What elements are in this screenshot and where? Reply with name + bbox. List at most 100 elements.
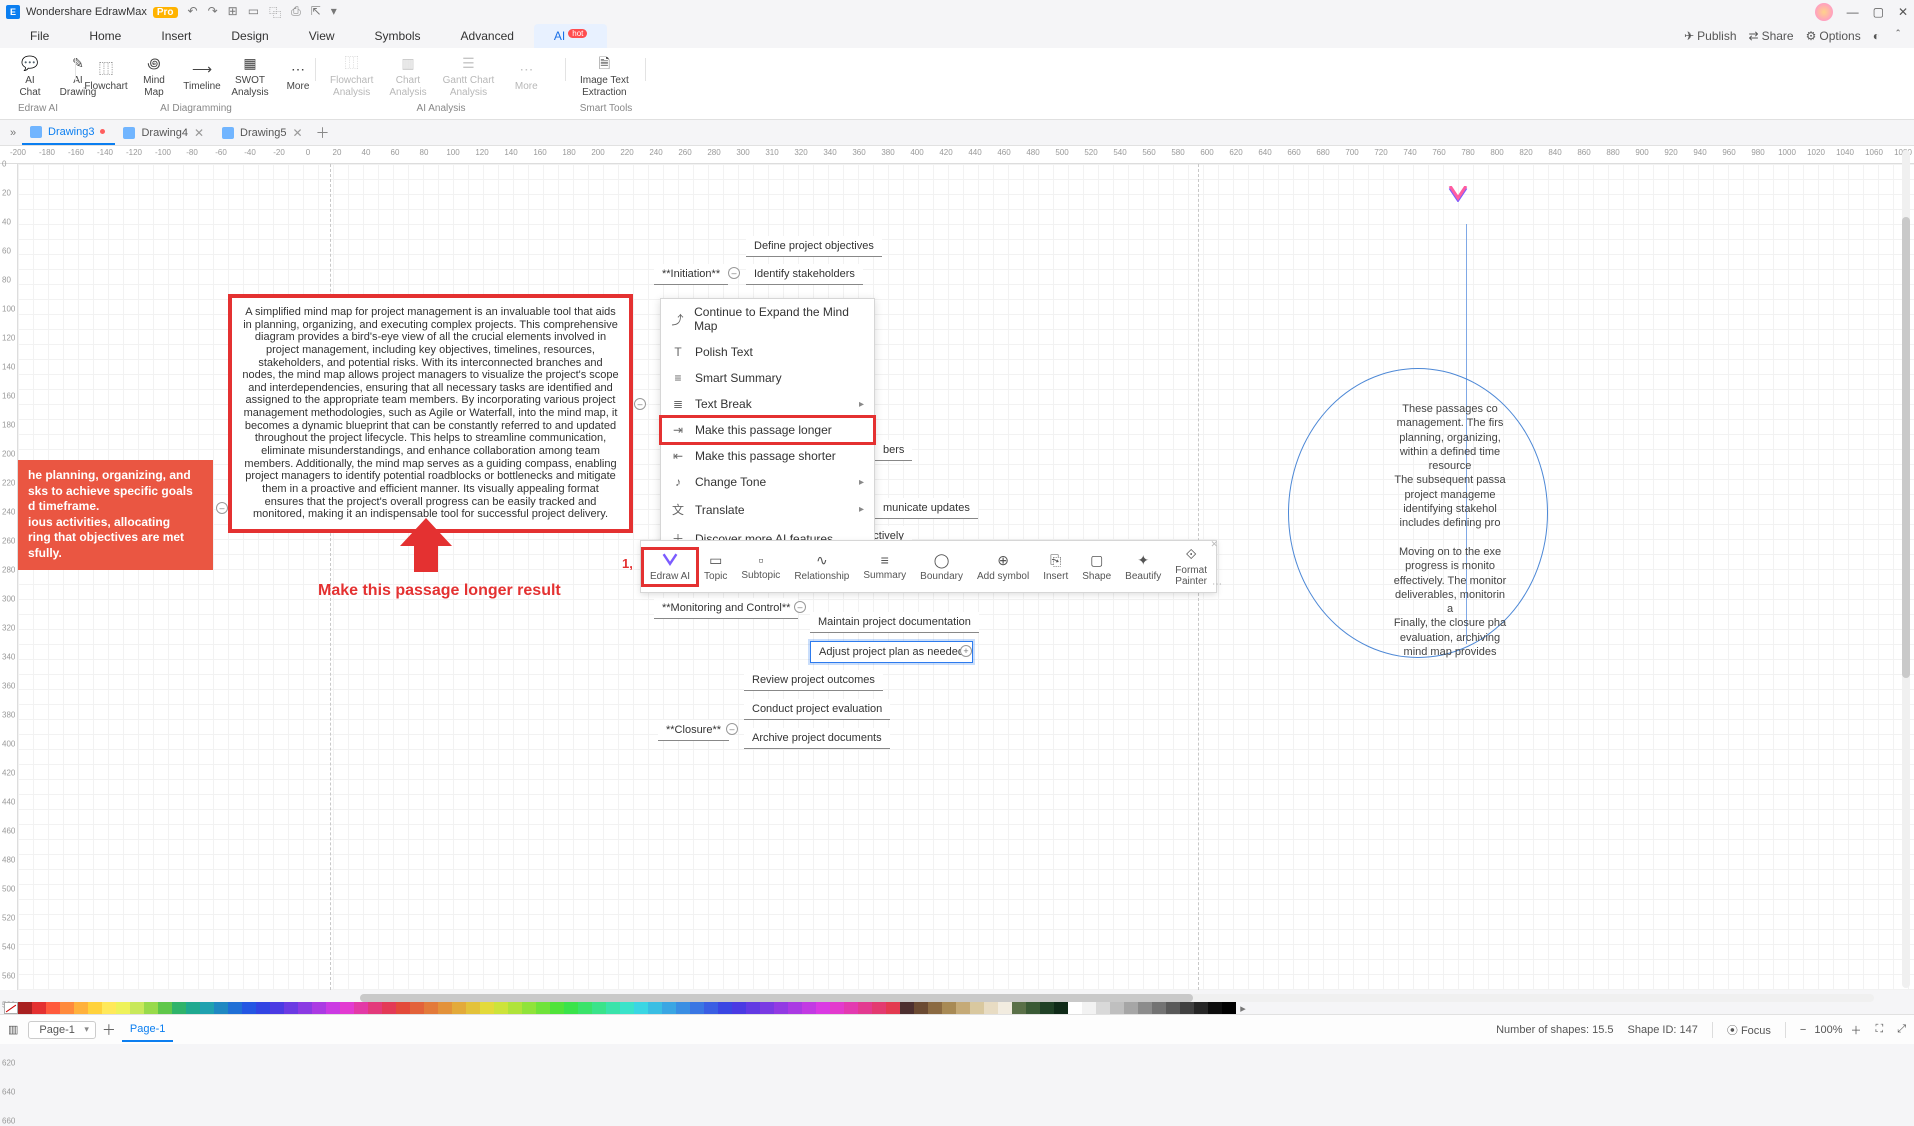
color-swatch[interactable] <box>1194 1002 1208 1014</box>
color-swatch[interactable] <box>1208 1002 1222 1014</box>
color-swatch[interactable] <box>172 1002 186 1014</box>
collapse-node-icon[interactable]: – <box>728 267 740 279</box>
options-button[interactable]: ⚙ Options <box>1806 29 1861 43</box>
color-swatch[interactable] <box>942 1002 956 1014</box>
fit-page-icon[interactable]: ⛶ <box>1875 1023 1883 1036</box>
color-swatch[interactable] <box>494 1002 508 1014</box>
menu-ai[interactable]: AIhot <box>534 24 607 48</box>
color-swatch[interactable] <box>522 1002 536 1014</box>
flowchart-button[interactable]: ⿲Flowchart <box>84 57 128 95</box>
color-swatch[interactable] <box>438 1002 452 1014</box>
color-swatch[interactable] <box>88 1002 102 1014</box>
color-swatch[interactable] <box>802 1002 816 1014</box>
color-swatch[interactable] <box>1026 1002 1040 1014</box>
fb-boundary[interactable]: ◯Boundary <box>913 549 970 585</box>
save-icon[interactable]: ⿻ <box>269 4 281 21</box>
redo-icon[interactable]: ↷ <box>208 4 218 21</box>
color-swatch[interactable] <box>1166 1002 1180 1014</box>
color-swatch[interactable] <box>368 1002 382 1014</box>
page-tab[interactable]: Page-1 <box>122 1018 173 1042</box>
menu-design[interactable]: Design <box>211 24 288 48</box>
fb-topic[interactable]: ▭Topic <box>697 549 734 585</box>
ctx-smart-summary[interactable]: ≡Smart Summary <box>661 365 874 391</box>
menu-view[interactable]: View <box>289 24 355 48</box>
menu-symbols[interactable]: Symbols <box>355 24 441 48</box>
color-swatch[interactable] <box>774 1002 788 1014</box>
print-icon[interactable]: ⎙ <box>291 4 301 21</box>
node-connector-icon[interactable]: – <box>634 398 646 410</box>
color-swatch[interactable] <box>312 1002 326 1014</box>
color-swatch[interactable] <box>704 1002 718 1014</box>
color-swatch[interactable] <box>200 1002 214 1014</box>
swot-button[interactable]: ▦SWOT Analysis <box>228 51 272 100</box>
color-swatch[interactable] <box>648 1002 662 1014</box>
user-avatar[interactable] <box>1815 3 1833 21</box>
vertical-scrollbar[interactable] <box>1902 150 1910 988</box>
fullscreen-icon[interactable]: ⤢ <box>1897 1023 1906 1036</box>
tab-close-icon[interactable]: ✕ <box>292 126 302 140</box>
color-swatch[interactable] <box>298 1002 312 1014</box>
minimize-icon[interactable]: — <box>1847 5 1859 19</box>
mm-node-partial[interactable]: municate updates <box>875 498 978 519</box>
mindmap-button[interactable]: ꩜Mind Map <box>132 51 176 100</box>
color-swatch[interactable] <box>564 1002 578 1014</box>
ai-chat-button[interactable]: 💬AI Chat <box>8 51 52 100</box>
close-icon[interactable]: ✕ <box>1898 5 1908 19</box>
mm-node-partial[interactable]: bers <box>875 440 912 461</box>
color-swatch[interactable] <box>550 1002 564 1014</box>
color-swatch[interactable] <box>620 1002 634 1014</box>
color-swatch[interactable] <box>886 1002 900 1014</box>
mm-node[interactable]: Maintain project documentation <box>810 612 979 633</box>
scrollbar-thumb[interactable] <box>1902 217 1910 678</box>
help-icon[interactable]: ◐ <box>1873 29 1880 43</box>
color-swatch[interactable] <box>32 1002 46 1014</box>
mm-node[interactable]: Conduct project evaluation <box>744 699 890 720</box>
menu-insert[interactable]: Insert <box>141 24 211 48</box>
color-swatch[interactable] <box>1138 1002 1152 1014</box>
page-selector[interactable]: Page-1 <box>28 1021 95 1039</box>
fb-edraw-ai[interactable]: Edraw AI <box>643 549 697 585</box>
color-swatch[interactable] <box>102 1002 116 1014</box>
mm-node-selected[interactable]: Adjust project plan as needed <box>810 641 973 663</box>
color-swatch[interactable] <box>592 1002 606 1014</box>
color-swatch[interactable] <box>746 1002 760 1014</box>
node-connector-icon[interactable]: – <box>216 502 228 514</box>
tab-drawing3[interactable]: Drawing3 <box>22 121 115 145</box>
color-swatch[interactable] <box>242 1002 256 1014</box>
zoom-out-button[interactable]: − <box>1800 1024 1806 1036</box>
color-swatch[interactable] <box>46 1002 60 1014</box>
fb-subtopic[interactable]: ▫Subtopic <box>734 549 787 584</box>
tab-drawing4[interactable]: Drawing4✕ <box>115 121 214 145</box>
color-swatch[interactable] <box>928 1002 942 1014</box>
mm-node-monitoring[interactable]: **Monitoring and Control** <box>654 598 798 619</box>
color-swatch[interactable] <box>830 1002 844 1014</box>
qat-more-icon[interactable]: ▾ <box>331 4 337 21</box>
mm-node[interactable]: Define project objectives <box>746 236 882 257</box>
maximize-icon[interactable]: ▢ <box>1873 5 1884 19</box>
mm-node[interactable]: Archive project documents <box>744 728 890 749</box>
horizontal-scrollbar[interactable] <box>360 994 1874 1002</box>
analysis-more-button[interactable]: ⋯More <box>504 57 548 95</box>
menu-advanced[interactable]: Advanced <box>441 24 534 48</box>
color-swatch[interactable] <box>1180 1002 1194 1014</box>
color-swatch[interactable] <box>872 1002 886 1014</box>
color-swatch[interactable] <box>270 1002 284 1014</box>
color-swatch[interactable] <box>186 1002 200 1014</box>
ctx-make-shorter[interactable]: ⇤Make this passage shorter <box>661 443 874 469</box>
image-text-extraction-button[interactable]: 🗎Image Text Extraction <box>574 51 635 100</box>
fb-format-painter[interactable]: ⟐Format Painter <box>1168 543 1214 590</box>
color-swatch[interactable] <box>130 1002 144 1014</box>
fb-shape[interactable]: ▢Shape <box>1075 549 1118 585</box>
flow-analysis-button[interactable]: ⿲Flowchart Analysis <box>324 51 379 100</box>
add-tab-button[interactable]: ＋ <box>313 123 333 143</box>
mm-node[interactable]: Identify stakeholders <box>746 264 863 285</box>
color-swatch[interactable] <box>536 1002 550 1014</box>
ctx-polish-text[interactable]: TPolish Text <box>661 339 874 365</box>
ctx-make-longer[interactable]: ⇥Make this passage longer <box>661 417 874 443</box>
color-swatch[interactable] <box>844 1002 858 1014</box>
ctx-translate[interactable]: 文Translate▸ <box>661 495 874 524</box>
gantt-analysis-button[interactable]: ☰Gantt Chart Analysis <box>437 51 501 100</box>
ctx-text-break[interactable]: ≣Text Break▸ <box>661 391 874 417</box>
float-more-icon[interactable]: ⋯ <box>1212 579 1222 590</box>
mm-node-initiation[interactable]: **Initiation** <box>654 264 728 285</box>
